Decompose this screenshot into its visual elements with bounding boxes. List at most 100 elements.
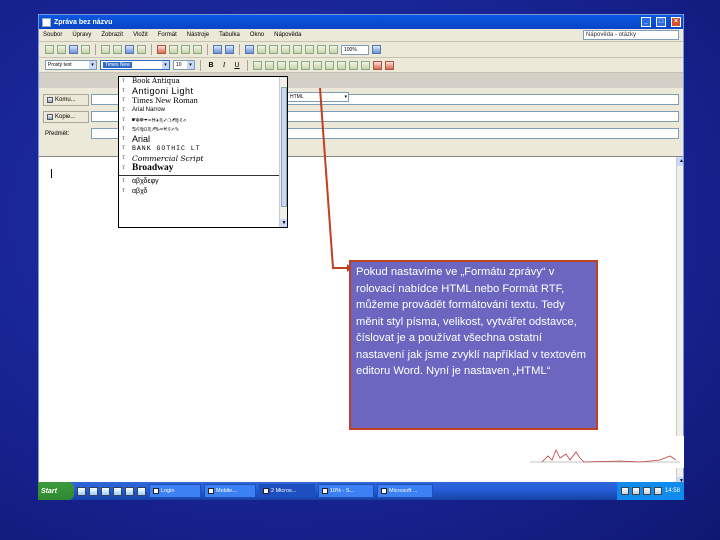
bullets-icon[interactable] bbox=[325, 60, 334, 70]
message-format-select[interactable]: HTML ▾ bbox=[287, 92, 349, 102]
print-preview-icon[interactable] bbox=[113, 45, 122, 54]
menu-edit[interactable]: Úpravy bbox=[72, 32, 91, 38]
tray-icon[interactable] bbox=[653, 487, 662, 495]
to-button[interactable]: Komu... bbox=[43, 93, 89, 106]
close-button[interactable]: × bbox=[671, 17, 681, 27]
bold-button[interactable]: B bbox=[206, 62, 216, 69]
task-powerpoint[interactable]: 10% - S... bbox=[318, 484, 374, 498]
font-list-item[interactable]: T ☛❄☸☂♒♓✈♏✓❍♐♍✌✍ bbox=[119, 115, 287, 125]
word-icon[interactable] bbox=[125, 486, 134, 496]
tray-icon[interactable] bbox=[620, 487, 629, 495]
cut-icon[interactable] bbox=[157, 45, 166, 54]
ie-icon[interactable] bbox=[77, 486, 86, 496]
folder-icon[interactable] bbox=[113, 486, 122, 496]
help-icon[interactable] bbox=[372, 45, 381, 54]
spelling-icon[interactable] bbox=[125, 45, 134, 54]
font-list-item[interactable]: T Commercial Script bbox=[119, 154, 287, 164]
save-icon[interactable] bbox=[69, 45, 78, 54]
open-icon[interactable] bbox=[57, 45, 66, 54]
task-microsoft[interactable]: Microsoft ... bbox=[377, 484, 433, 498]
line-spacing-icon[interactable] bbox=[301, 60, 310, 70]
start-button[interactable]: Start bbox=[38, 482, 74, 500]
menu-help[interactable]: Nápověda bbox=[274, 32, 301, 38]
align-right-icon[interactable] bbox=[277, 60, 286, 70]
font-size-select[interactable]: 10 ▾ bbox=[173, 60, 195, 70]
to-button-label: Komu... bbox=[55, 96, 76, 103]
chevron-down-icon[interactable]: ▾ bbox=[344, 93, 347, 101]
document-map-icon[interactable] bbox=[317, 45, 326, 54]
dropdown-scroll-thumb[interactable] bbox=[281, 87, 287, 207]
network-activity-graph bbox=[520, 436, 684, 468]
underline-button[interactable]: U bbox=[232, 62, 242, 69]
font-list-item[interactable]: T Arial Narrow bbox=[119, 106, 287, 116]
font-list-item[interactable]: Tαβχδεφγ bbox=[119, 177, 287, 187]
menu-table[interactable]: Tabulka bbox=[219, 32, 240, 38]
paste-icon[interactable] bbox=[181, 45, 190, 54]
copy-icon[interactable] bbox=[169, 45, 178, 54]
insert-table-icon[interactable] bbox=[269, 45, 278, 54]
numbering-icon[interactable] bbox=[313, 60, 322, 70]
outside-border-icon[interactable] bbox=[361, 60, 370, 70]
zoom-select[interactable]: 100% bbox=[341, 44, 369, 55]
permission-icon[interactable] bbox=[81, 45, 90, 54]
menu-tools[interactable]: Nástroje bbox=[187, 32, 209, 38]
font-list-item[interactable]: Tαβχδ bbox=[119, 187, 287, 197]
tray-icon[interactable] bbox=[631, 487, 640, 495]
italic-button[interactable]: I bbox=[219, 61, 229, 69]
maximize-button[interactable]: □ bbox=[656, 17, 666, 27]
font-color-icon[interactable] bbox=[385, 60, 394, 70]
desktop-icon[interactable] bbox=[89, 486, 98, 496]
font-list-item[interactable]: T Arial bbox=[119, 134, 287, 145]
font-dropdown-list[interactable]: T Book Antiqua T Antigoni Light T Times New R… bbox=[118, 76, 288, 228]
chevron-down-icon[interactable]: ▾ bbox=[89, 61, 96, 69]
font-name: Commercial Script bbox=[132, 154, 204, 164]
cc-button[interactable]: Kopie... bbox=[43, 110, 89, 123]
chevron-down-icon[interactable]: ▾ bbox=[187, 61, 194, 69]
redo-icon[interactable] bbox=[225, 45, 234, 54]
task-label: Microsoft ... bbox=[389, 488, 418, 494]
window-title: Zpráva bez názvu bbox=[54, 18, 113, 26]
menu-format[interactable]: Formát bbox=[158, 32, 177, 38]
truetype-icon: T bbox=[122, 79, 126, 85]
excel-icon[interactable] bbox=[137, 486, 146, 496]
scroll-up-icon[interactable]: ▲ bbox=[677, 157, 683, 166]
format-painter-icon[interactable] bbox=[193, 45, 202, 54]
menu-window[interactable]: Okno bbox=[250, 32, 264, 38]
font-select[interactable]: Times New ▾ bbox=[100, 60, 170, 70]
insert-excel-icon[interactable] bbox=[281, 45, 290, 54]
minimize-button[interactable]: _ bbox=[641, 17, 651, 27]
chevron-down-icon[interactable]: ▾ bbox=[162, 61, 169, 69]
task-login[interactable]: Login bbox=[149, 484, 201, 498]
drawing-icon[interactable] bbox=[305, 45, 314, 54]
undo-icon[interactable] bbox=[213, 45, 222, 54]
increase-indent-icon[interactable] bbox=[349, 60, 358, 70]
font-list-item[interactable]: T BANK GOTHIC LT bbox=[119, 144, 287, 154]
tables-borders-icon[interactable] bbox=[257, 45, 266, 54]
help-question-input[interactable]: Nápověda - otázky bbox=[583, 30, 679, 40]
style-select[interactable]: Prostý text ▾ bbox=[45, 60, 97, 70]
columns-icon[interactable] bbox=[293, 45, 302, 54]
menu-view[interactable]: Zobrazit bbox=[101, 32, 123, 38]
align-center-icon[interactable] bbox=[265, 60, 274, 70]
truetype-icon: T bbox=[122, 98, 126, 104]
menu-file[interactable]: Soubor bbox=[43, 32, 62, 38]
task-mobile[interactable]: Mobile... bbox=[204, 484, 256, 498]
dropdown-scrollbar[interactable]: ▼ bbox=[279, 77, 287, 227]
task-microsoft-outlook[interactable]: 2 Micros... bbox=[259, 484, 315, 498]
hyperlink-icon[interactable] bbox=[245, 45, 254, 54]
scroll-down-icon[interactable]: ▼ bbox=[280, 219, 287, 227]
align-left-icon[interactable] bbox=[253, 60, 262, 70]
highlight-icon[interactable] bbox=[373, 60, 382, 70]
clock: 14:58 bbox=[664, 488, 680, 494]
print-icon[interactable] bbox=[101, 45, 110, 54]
show-hide-icon[interactable] bbox=[329, 45, 338, 54]
justify-icon[interactable] bbox=[289, 60, 298, 70]
decrease-indent-icon[interactable] bbox=[337, 60, 346, 70]
font-list-item[interactable]: T Broadway bbox=[119, 163, 287, 173]
menu-insert[interactable]: Vložit bbox=[133, 32, 148, 38]
research-icon[interactable] bbox=[137, 45, 146, 54]
font-list-item[interactable]: T Times New Roman bbox=[119, 96, 287, 106]
outlook-icon[interactable] bbox=[101, 486, 110, 496]
new-icon[interactable] bbox=[45, 45, 54, 54]
tray-icon[interactable] bbox=[642, 487, 651, 495]
